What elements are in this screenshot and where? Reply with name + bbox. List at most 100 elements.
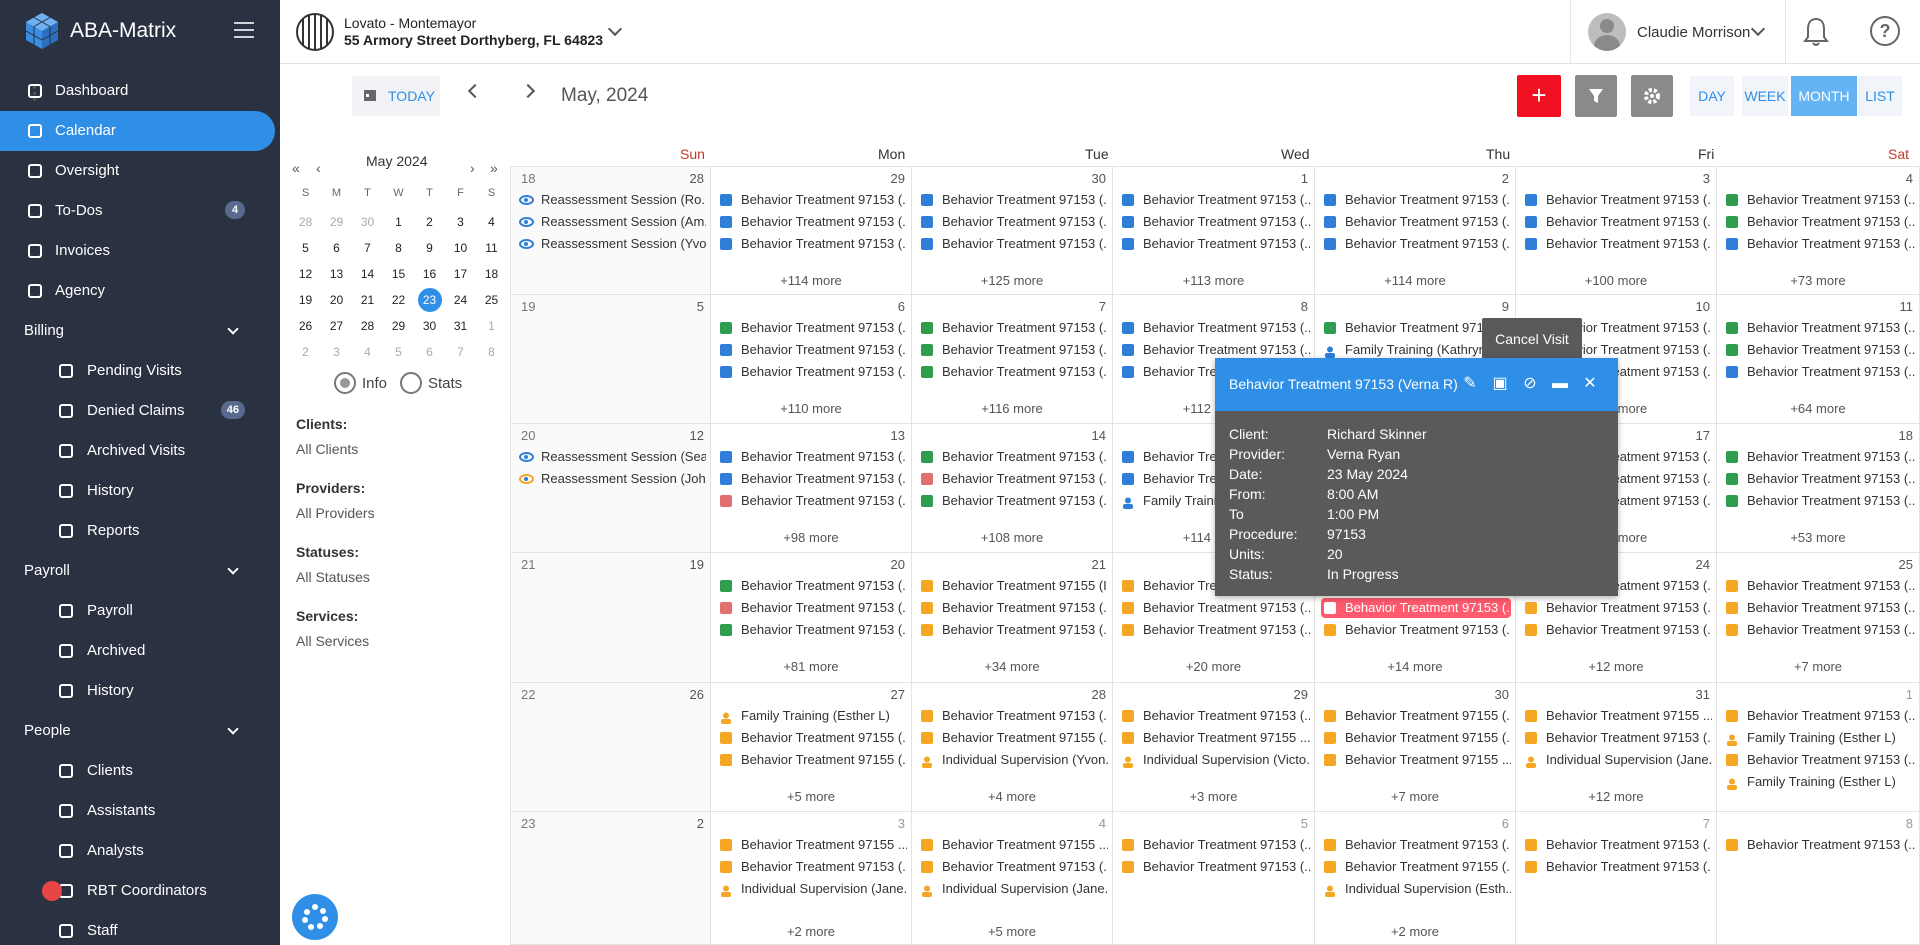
calendar-day-cell[interactable]: 23 2 [510,812,711,945]
calendar-event[interactable]: Behavior Treatment 97153 (... [1522,212,1712,232]
bell-icon[interactable] [1801,16,1831,48]
more-events-link[interactable]: +100 more [1516,273,1716,288]
calendar-day-cell[interactable]: 22 26 [510,683,711,812]
sidebar-item-analysts[interactable]: Analysts [0,831,275,871]
calendar-event[interactable]: Behavior Treatment 97153 (... [1321,212,1511,232]
calendar-event[interactable]: Behavior Treatment 97153 (... [1119,706,1310,726]
calendar-day-cell[interactable]: 20 12 Reassessment Session (Sea... Reassess… [510,424,711,553]
calendar-day-cell[interactable]: 19 5 [510,295,711,424]
calendar-event[interactable]: Behavior Treatment 97153 (... [717,857,907,877]
calendar-day-cell[interactable]: 21 19 [510,553,711,683]
calendar-day-cell[interactable]: 6 Behavior Treatment 97153 (... Behavior T… [711,295,912,424]
mini-day[interactable]: 5 [290,235,321,261]
calendar-event[interactable]: Behavior Treatment 97153 (... [1723,212,1915,232]
mini-day[interactable]: 20 [321,287,352,313]
sidebar-item-dashboard[interactable]: Dashboard [0,71,275,111]
calendar-event[interactable]: Individual Supervision (Jane... [1522,750,1712,770]
mini-day[interactable]: 1 [476,313,507,339]
more-events-link[interactable]: +114 more [711,273,911,288]
calendar-day-cell[interactable]: 7 Behavior Treatment 97153 (... Behavior T… [912,295,1113,424]
sidebar-item-archived[interactable]: Archived [0,631,275,671]
section-billing[interactable]: Billing [0,311,275,351]
calendar-event[interactable]: Behavior Treatment 97153 (... [1119,340,1310,360]
calendar-event[interactable]: Behavior Treatment 97153 (... [1522,234,1712,254]
calendar-day-cell[interactable]: 1 Behavior Treatment 97153 (... Family Tra… [1717,683,1920,812]
calendar-event[interactable]: Behavior Treatment 97153 (... [1723,447,1915,467]
calendar-event[interactable]: Behavior Treatment 97153 (... [717,362,907,382]
calendar-event[interactable]: Behavior Treatment 97153 (... [717,340,907,360]
calendar-event[interactable]: Reassessment Session (Sea... [517,447,706,467]
mini-day[interactable]: 23 [414,287,445,313]
mini-day[interactable]: 19 [290,287,321,313]
sidebar-item-reports[interactable]: Reports [0,511,275,551]
calendar-event[interactable]: Behavior Treatment 97155 ... [1119,728,1310,748]
filter-value[interactable]: All Services [296,633,369,649]
calendar-event[interactable]: Behavior Treatment 97153 (... [1723,190,1915,210]
calendar-event[interactable]: Behavior Treatment 97153 (... [1723,234,1915,254]
more-events-link[interactable]: +7 more [1717,659,1919,674]
calendar-event[interactable]: Behavior Treatment 97155 ... [1522,706,1712,726]
mini-day[interactable]: 27 [321,313,352,339]
sidebar-item-to-dos[interactable]: To-Dos 4 [0,191,275,231]
sidebar-item-clients[interactable]: Clients [0,751,275,791]
location-address[interactable]: 55 Armory Street Dorthyberg, FL 64823 [344,32,603,48]
more-events-link[interactable]: +5 more [912,924,1112,939]
calendar-event[interactable]: Behavior Treatment 97153 (... [918,706,1108,726]
mini-day[interactable]: 22 [383,287,414,313]
mini-day[interactable]: 29 [383,313,414,339]
calendar-event[interactable]: Behavior Treatment 97153 (... [1723,340,1915,360]
calendar-day-cell[interactable]: 3 Behavior Treatment 97153 (... Behavior T… [1516,166,1717,295]
calendar-event[interactable]: Reassessment Session (Ro... [517,190,706,210]
more-events-link[interactable]: +64 more [1717,401,1919,416]
sidebar-item-pending-visits[interactable]: Pending Visits [0,351,275,391]
info-radio[interactable] [334,372,356,394]
mini-day[interactable]: 16 [414,261,445,287]
mini-day[interactable]: 18 [476,261,507,287]
section-payroll[interactable]: Payroll [0,551,275,591]
more-events-link[interactable]: +7 more [1315,789,1515,804]
calendar-event[interactable]: Behavior Treatment 97153 (... [918,318,1108,338]
more-events-link[interactable]: +110 more [711,401,911,416]
app-logo[interactable]: ABA-Matrix [0,0,280,62]
stats-radio[interactable] [400,372,422,394]
mini-day[interactable]: 10 [445,235,476,261]
calendar-event[interactable]: Individual Supervision (Yvon... [918,750,1108,770]
more-events-link[interactable]: +116 more [912,401,1112,416]
calendar-day-cell[interactable]: 25 Behavior Treatment 97153 (... Behavior … [1717,553,1920,683]
calendar-day-cell[interactable]: 31 Behavior Treatment 97155 ... Behavior T… [1516,683,1717,812]
calendar-event[interactable]: Behavior Treatment 97153 (... [717,447,907,467]
calendar-event[interactable]: Behavior Treatment 97153 (... [1321,190,1511,210]
double-chevron-left-icon[interactable]: « [292,160,300,176]
calendar-day-cell[interactable]: 4 Behavior Treatment 97153 (... Behavior T… [1717,166,1920,295]
calendar-event[interactable]: Behavior Treatment 97153 (... [918,857,1108,877]
mini-day[interactable]: 2 [290,339,321,365]
calendar-day-cell[interactable]: 27 Family Training (Esther L) Behavior Tre… [711,683,912,812]
mini-day[interactable]: 13 [321,261,352,287]
mini-day[interactable]: 15 [383,261,414,287]
mini-day[interactable]: 6 [414,339,445,365]
calendar-event[interactable]: Behavior Treatment 97153 (... [918,469,1108,489]
more-events-link[interactable]: +3 more [1113,789,1314,804]
sidebar-item-payroll[interactable]: Payroll [0,591,275,631]
calendar-event[interactable]: Behavior Treatment 97153 (... [1723,750,1915,770]
mini-day[interactable]: 6 [321,235,352,261]
mini-day[interactable]: 24 [445,287,476,313]
user-menu[interactable]: Claudie Morrison [1570,0,1786,64]
double-chevron-right-icon[interactable]: » [490,160,498,176]
more-events-link[interactable]: +20 more [1113,659,1314,674]
sidebar-item-oversight[interactable]: Oversight [0,151,275,191]
more-events-link[interactable]: +81 more [711,659,911,674]
calendar-event[interactable]: Behavior Treatment 97153 (... [1723,835,1915,855]
calendar-day-cell[interactable]: 21 Behavior Treatment 97155 (I... Behavior… [912,553,1113,683]
calendar-day-cell[interactable]: 6 Behavior Treatment 97153 (... Behavior T… [1315,812,1516,945]
calendar-day-cell[interactable]: 14 Behavior Treatment 97153 (... Behavior … [912,424,1113,553]
calendar-day-cell[interactable]: 5 Behavior Treatment 97153 (... Behavior T… [1113,812,1315,945]
more-events-link[interactable]: +125 more [912,273,1112,288]
calendar-event[interactable]: Behavior Treatment 97153 (... [1119,835,1310,855]
calendar-event[interactable]: Behavior Treatment 97153 (... [1723,598,1915,618]
sidebar-item-calendar[interactable]: Calendar [0,111,275,151]
calendar-event[interactable]: Behavior Treatment 97153 (... [717,212,907,232]
calendar-day-cell[interactable]: 1 Behavior Treatment 97153 (... Behavior T… [1113,166,1315,295]
mini-day[interactable]: 30 [352,209,383,235]
sidebar-item-assistants[interactable]: Assistants [0,791,275,831]
